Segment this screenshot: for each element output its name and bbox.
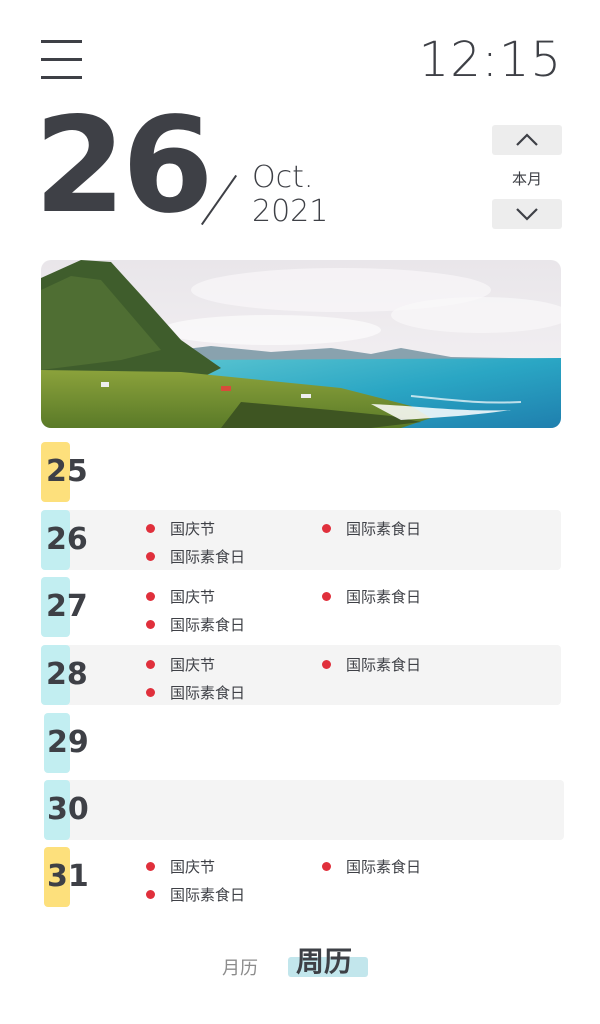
hamburger-menu-icon[interactable] xyxy=(41,40,82,80)
day-row-27[interactable]: 27 国庆节 国际素食日 国际素食日 xyxy=(41,577,561,637)
event-dot-icon xyxy=(146,660,155,669)
day-number: 27 xyxy=(46,589,88,624)
this-month-button[interactable]: 本月 xyxy=(492,168,562,189)
day-number: 28 xyxy=(46,657,88,692)
current-year: 2021 xyxy=(252,194,329,229)
day-row-26[interactable]: 26 国庆节 国际素食日 国际素食日 xyxy=(41,510,561,570)
banner-landscape-image xyxy=(41,260,561,428)
previous-month-button[interactable] xyxy=(492,125,562,155)
event-dot-icon xyxy=(146,862,155,871)
event-dot-icon xyxy=(146,688,155,697)
day-row-30[interactable]: 30 xyxy=(44,780,564,840)
event-dot-icon xyxy=(146,524,155,533)
current-month: Oct. xyxy=(252,160,314,195)
day-row-31[interactable]: 31 国庆节 国际素食日 国际素食日 xyxy=(44,847,561,907)
day-number: 25 xyxy=(46,454,88,489)
event-dot-icon xyxy=(146,592,155,601)
day-row-25[interactable]: 25 xyxy=(41,442,561,502)
event-dot-icon xyxy=(146,620,155,629)
day-number: 30 xyxy=(47,792,89,827)
tab-month-calendar[interactable]: 月历 xyxy=(222,954,258,980)
day-number: 26 xyxy=(46,522,88,557)
event-dot-icon xyxy=(322,524,331,533)
chevron-up-icon xyxy=(516,133,538,146)
event-dot-icon xyxy=(322,862,331,871)
event-dot-icon xyxy=(322,660,331,669)
event-dot-icon xyxy=(146,890,155,899)
clock-time: 12:15 xyxy=(418,32,562,88)
day-row-28[interactable]: 28 国庆节 国际素食日 国际素食日 xyxy=(41,645,561,705)
day-number: 29 xyxy=(47,725,89,760)
calendar-page: 12:15 26 Oct. 2021 本月 25 26 国庆节 国际素食日 国际… xyxy=(0,0,600,1024)
event-dot-icon xyxy=(322,592,331,601)
day-row-29[interactable]: 29 xyxy=(44,713,561,773)
event-dot-icon xyxy=(146,552,155,561)
day-number: 31 xyxy=(47,859,89,894)
current-day: 26 xyxy=(34,89,214,243)
chevron-down-icon xyxy=(516,208,538,221)
tab-week-calendar[interactable]: 周历 xyxy=(296,940,352,980)
next-month-button[interactable] xyxy=(492,199,562,229)
